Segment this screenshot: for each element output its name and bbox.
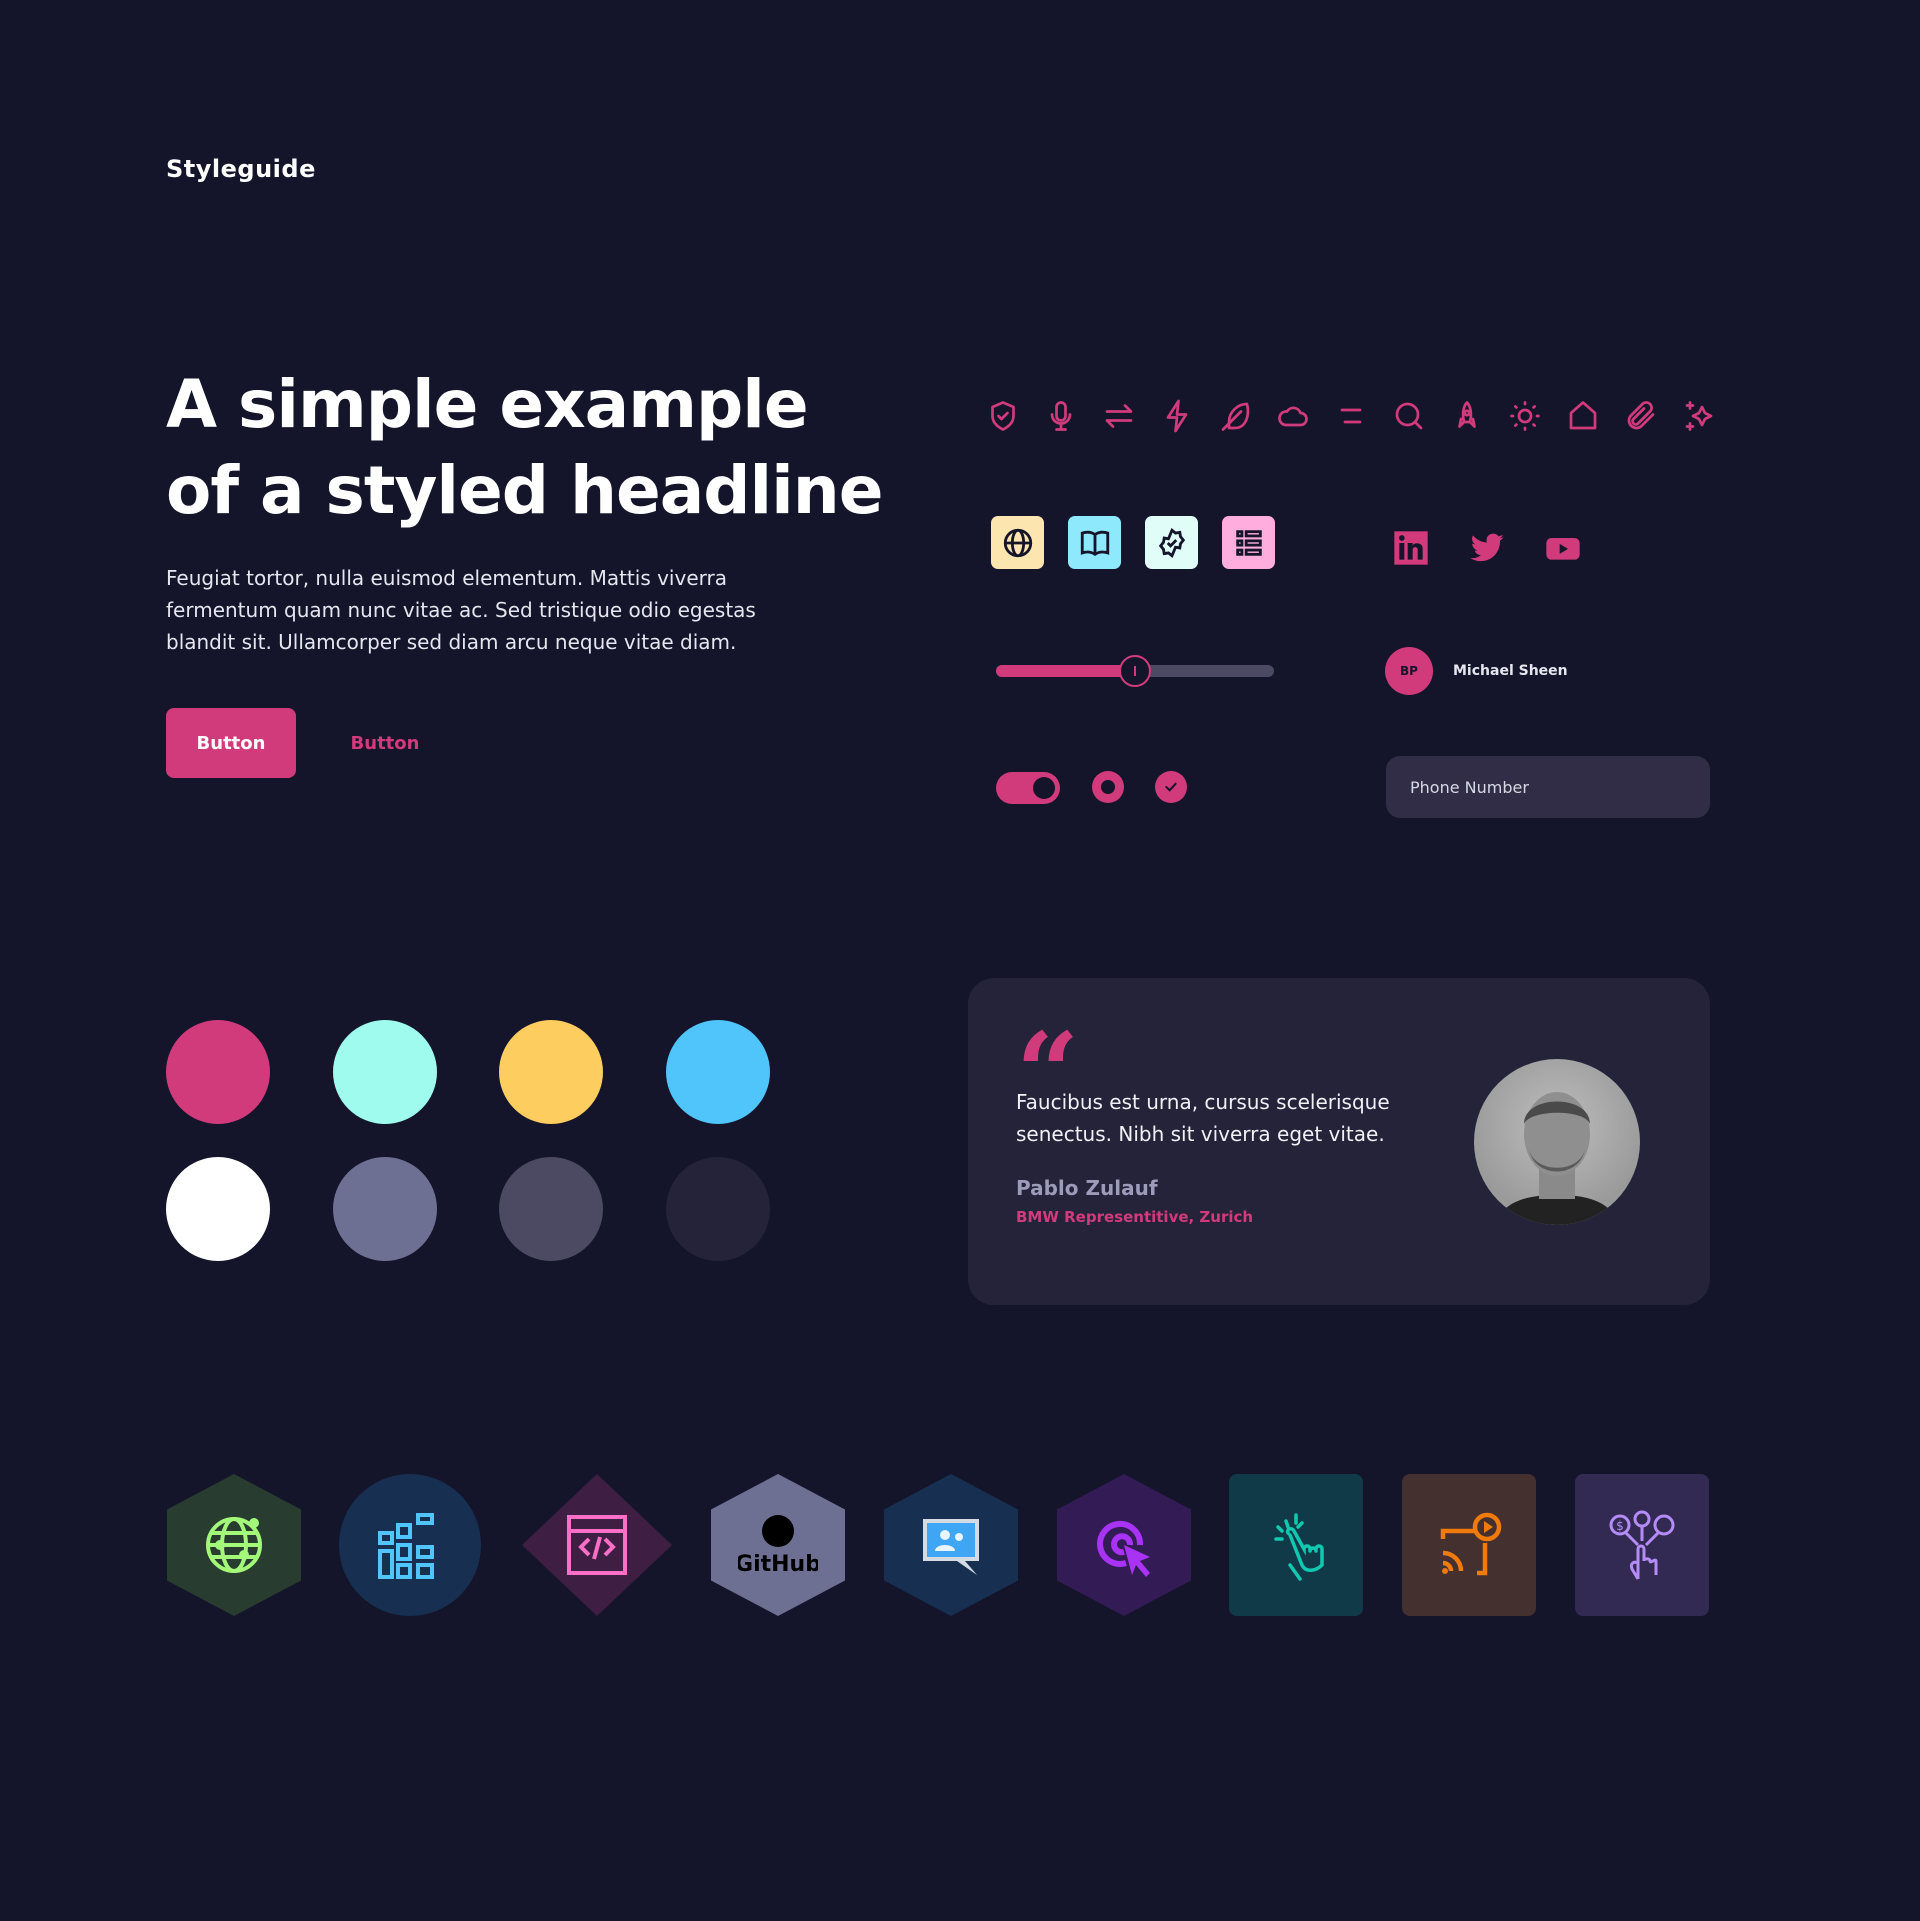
color-swatch bbox=[166, 1020, 270, 1124]
slider-thumb[interactable] bbox=[1119, 655, 1151, 687]
target-cursor-icon bbox=[1097, 1520, 1150, 1577]
cloud-icon bbox=[1275, 398, 1311, 434]
cast-play-badge bbox=[1402, 1474, 1536, 1616]
twitter-icon[interactable] bbox=[1467, 528, 1507, 568]
page-headline: A simple example of a styled headline bbox=[166, 366, 884, 529]
color-swatch bbox=[333, 1157, 437, 1261]
github-badge: GitHub bbox=[711, 1474, 845, 1616]
color-swatch bbox=[333, 1020, 437, 1124]
slider[interactable] bbox=[996, 655, 1274, 687]
slider-fill bbox=[996, 665, 1135, 677]
checkbox[interactable] bbox=[1155, 771, 1187, 803]
hand-finance-settings-badge: $ bbox=[1575, 1474, 1709, 1616]
github-label: GitHub bbox=[738, 1552, 818, 1577]
menu-icon bbox=[1333, 398, 1369, 434]
color-swatch bbox=[499, 1020, 603, 1124]
testimonial-role: BMW Representitive, Zurich bbox=[1016, 1208, 1254, 1226]
author-photo bbox=[1474, 1059, 1640, 1225]
blocks-icon bbox=[378, 1513, 434, 1579]
globe-icon-tile[interactable] bbox=[991, 516, 1044, 569]
testimonial-card: “ Faucibus est urna, cursus scelerisque … bbox=[968, 978, 1710, 1305]
toggle-switch[interactable] bbox=[996, 772, 1060, 804]
phone-number-input[interactable] bbox=[1386, 756, 1710, 818]
color-swatch bbox=[499, 1157, 603, 1261]
arrows-swap-icon bbox=[1101, 398, 1137, 434]
svg-text:$: $ bbox=[1616, 1519, 1624, 1533]
brand-title: Styleguide bbox=[166, 155, 316, 183]
color-swatch bbox=[166, 1157, 270, 1261]
cast-play-icon bbox=[1440, 1512, 1502, 1576]
book-icon-tile[interactable] bbox=[1068, 516, 1121, 569]
globe-network-badge bbox=[167, 1474, 301, 1616]
user-name: Michael Sheen bbox=[1453, 663, 1568, 679]
chat-contacts-badge bbox=[884, 1474, 1018, 1616]
search-icon bbox=[1391, 398, 1427, 434]
linkedin-icon[interactable] bbox=[1391, 528, 1431, 568]
youtube-icon[interactable] bbox=[1543, 528, 1583, 568]
globe-network-icon bbox=[206, 1517, 262, 1573]
shield-check-icon bbox=[985, 398, 1021, 434]
paperclip-icon bbox=[1623, 398, 1659, 434]
blocks-badge bbox=[339, 1474, 481, 1616]
sparkles-icon bbox=[1681, 398, 1717, 434]
microphone-icon bbox=[1043, 398, 1079, 434]
rocket-icon bbox=[1449, 398, 1485, 434]
chat-contacts-icon bbox=[923, 1519, 979, 1575]
secondary-button[interactable]: Button bbox=[333, 708, 437, 778]
badge-check-icon-tile[interactable] bbox=[1145, 516, 1198, 569]
color-swatch bbox=[666, 1020, 770, 1124]
color-swatch bbox=[666, 1157, 770, 1261]
sun-icon bbox=[1507, 398, 1543, 434]
feather-icon bbox=[1217, 398, 1253, 434]
code-window-badge bbox=[522, 1474, 672, 1616]
hand-finance-settings-icon: $ bbox=[1609, 1510, 1675, 1580]
list-icon-tile[interactable] bbox=[1222, 516, 1275, 569]
avatar: BP bbox=[1385, 647, 1433, 695]
home-icon bbox=[1565, 398, 1601, 434]
hand-tap-icon bbox=[1274, 1513, 1324, 1581]
hero-paragraph: Feugiat tortor, nulla euismod elementum.… bbox=[166, 566, 756, 654]
check-icon bbox=[1165, 782, 1177, 792]
radio-button[interactable] bbox=[1092, 771, 1124, 803]
code-window-icon bbox=[567, 1515, 627, 1575]
testimonial-quote: Faucibus est urna, cursus scelerisque se… bbox=[1016, 1090, 1390, 1146]
github-icon: GitHub bbox=[738, 1515, 818, 1577]
lightning-icon bbox=[1159, 398, 1195, 434]
hand-tap-badge bbox=[1229, 1474, 1363, 1616]
primary-button[interactable]: Button bbox=[166, 708, 296, 778]
testimonial-author: Pablo Zulauf bbox=[1016, 1176, 1158, 1200]
target-cursor-badge bbox=[1057, 1474, 1191, 1616]
